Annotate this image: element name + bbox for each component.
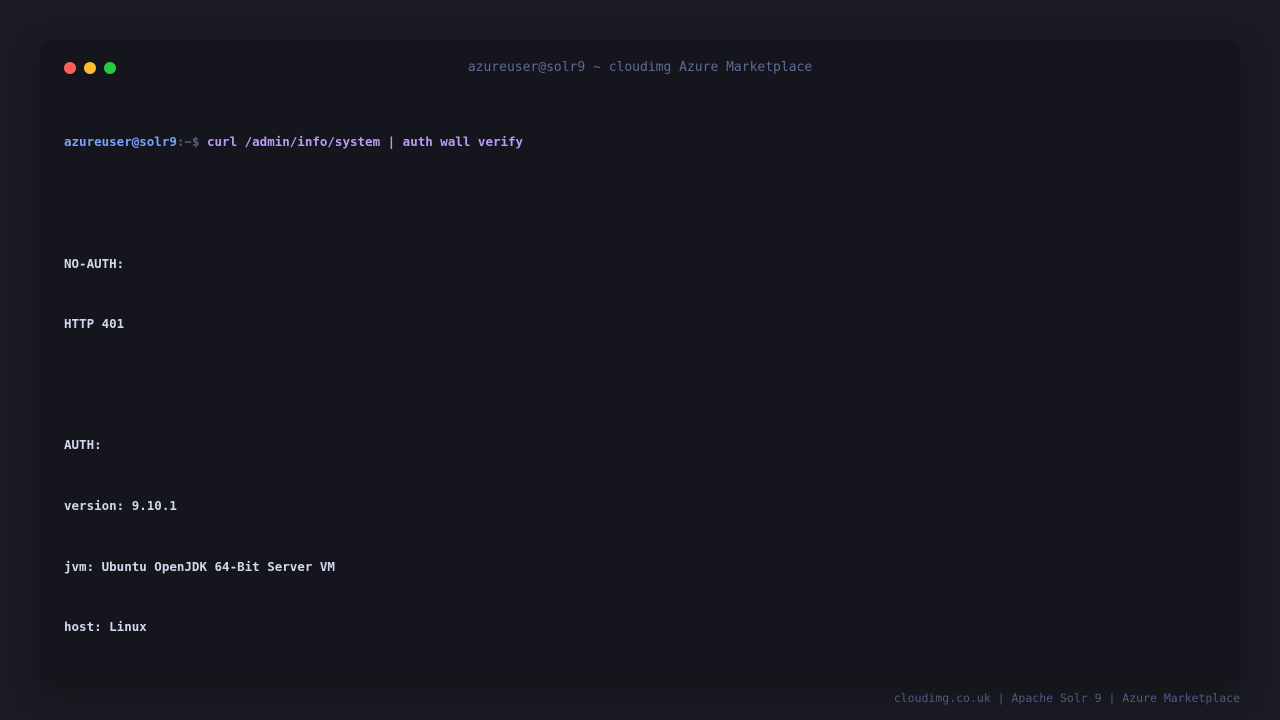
output-line: NO-AUTH: — [64, 255, 125, 271]
output-line: host: Linux — [64, 619, 147, 635]
terminal-window: azureuser@solr9 ~ cloudimg Azure Marketp… — [40, 40, 1240, 682]
output-line: jvm: Ubuntu OpenJDK 64-Bit Server VM — [64, 558, 335, 574]
command-line: azureuser@solr9:~$ curl /admin/info/syst… — [64, 132, 1214, 152]
output-line: HTTP 401 — [64, 316, 125, 332]
command-text: curl /admin/info/system | auth wall veri… — [207, 134, 524, 150]
output-line: version: 9.10.1 — [64, 497, 177, 513]
prompt-user: azureuser@solr9 — [64, 134, 177, 150]
output-line: AUTH: — [64, 437, 102, 453]
window-titlebar[interactable]: azureuser@solr9 ~ cloudimg Azure Marketp… — [40, 40, 1240, 96]
prompt-path: :~$ — [176, 134, 200, 150]
footer-caption: cloudimg.co.uk | Apache Solr 9 | Azure M… — [893, 691, 1240, 705]
window-title: azureuser@solr9 ~ cloudimg Azure Marketp… — [467, 60, 813, 75]
terminal-output[interactable]: azureuser@solr9:~$ curl /admin/info/syst… — [64, 92, 1214, 678]
